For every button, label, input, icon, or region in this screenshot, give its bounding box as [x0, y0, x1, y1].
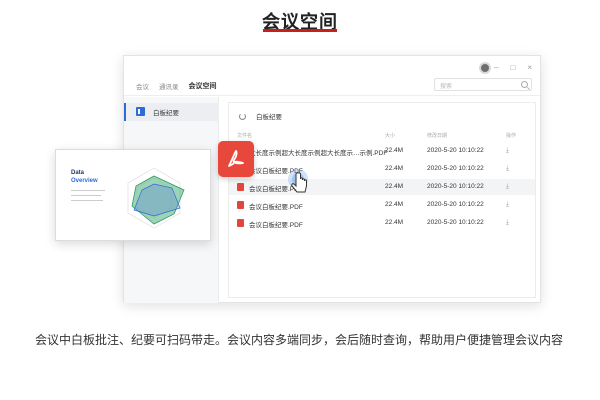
refresh-icon[interactable] — [239, 112, 246, 120]
download-icon[interactable]: ⤓ — [506, 165, 509, 173]
user-avatar[interactable] — [479, 62, 491, 74]
col-date[interactable]: 修改日期 — [427, 132, 447, 139]
window-controls: – □ × — [494, 63, 532, 72]
nav-meeting[interactable]: 会议 — [136, 81, 149, 91]
titlebar: 会议 通讯录 会议空间 – □ × 搜索 — [124, 56, 540, 96]
breadcrumb-label: 白板纪要 — [256, 114, 282, 121]
sidebar-item-label: 白板纪要 — [153, 110, 179, 117]
file-size: 22.4M — [385, 219, 404, 226]
nav-meeting-space[interactable]: 会议空间 — [189, 81, 217, 91]
download-icon[interactable]: ⤓ — [506, 183, 509, 191]
pdf-icon — [237, 201, 244, 209]
top-nav: 会议 通讯录 会议空间 — [136, 81, 217, 91]
col-op: 操作 — [506, 133, 517, 139]
document-preview-card: Data Overview — [55, 149, 211, 241]
table-row[interactable]: 会议白板纪要.PDF 22.4M 2020-5-20 10:10:22 ⤓ — [229, 161, 535, 177]
col-name[interactable]: 文件名 — [237, 132, 252, 139]
breadcrumb: 白板纪要 — [239, 111, 282, 121]
file-name: 大长度示例超大长度示例超大长度示…示例.PDF — [249, 150, 388, 157]
table-row-highlighted[interactable]: 会议白板纪要.PDF 22.4M 2020-5-20 10:10:22 ⤓ — [229, 179, 535, 195]
file-date: 2020-5-20 10:10:22 — [427, 165, 484, 172]
file-size: 22.4M — [385, 201, 404, 208]
file-date: 2020-5-20 10:10:22 — [427, 219, 484, 226]
whiteboard-icon — [136, 107, 145, 116]
file-size: 22.4M — [385, 165, 404, 172]
file-name: 会议白板纪要.PDF — [249, 222, 303, 229]
file-size: 22.4M — [385, 183, 404, 190]
nav-contacts[interactable]: 通讯录 — [159, 81, 179, 91]
pdf-file-icon — [218, 141, 254, 177]
file-date: 2020-5-20 10:10:22 — [427, 201, 484, 208]
search-placeholder: 搜索 — [440, 84, 453, 90]
pdf-icon — [237, 183, 244, 191]
sidebar-item-whiteboard[interactable]: 白板纪要 — [124, 103, 219, 121]
file-date: 2020-5-20 10:10:22 — [427, 183, 484, 190]
hand-cursor-icon — [284, 168, 314, 205]
minimize-button[interactable]: – — [494, 63, 498, 72]
radar-chart-graphic — [127, 167, 185, 229]
maximize-button[interactable]: □ — [510, 63, 515, 72]
file-size: 22.4M — [385, 147, 404, 154]
file-date: 2020-5-20 10:10:22 — [427, 147, 484, 154]
table-header: 文件名 大小 修改日期 操作 — [229, 129, 535, 141]
download-icon[interactable]: ⤓ — [506, 147, 509, 155]
table-row[interactable]: 会议白板纪要.PDF 22.4M 2020-5-20 10:10:22 ⤓ — [229, 215, 535, 231]
col-size[interactable]: 大小 — [385, 132, 395, 139]
close-button[interactable]: × — [527, 63, 532, 72]
page: 会议空间 会议 通讯录 会议空间 – □ × 搜索 白板纪要 白板纪要 文件名 … — [0, 0, 600, 400]
search-input[interactable]: 搜索 — [434, 78, 532, 91]
caption-text: 会议中白板批注、纪要可扫码带走。会议内容多端同步，会后随时查询，帮助用户便捷管理… — [35, 333, 564, 347]
pdf-icon — [237, 219, 244, 227]
download-icon[interactable]: ⤓ — [506, 219, 509, 227]
table-row[interactable]: 会议白板纪要.PDF 22.4M 2020-5-20 10:10:22 ⤓ — [229, 197, 535, 213]
search-icon[interactable] — [521, 81, 528, 88]
table-row[interactable]: 大长度示例超大长度示例超大长度示…示例.PDF 22.4M 2020-5-20 … — [229, 143, 535, 159]
heading-underline — [263, 29, 337, 32]
active-indicator — [124, 103, 126, 121]
download-icon[interactable]: ⤓ — [506, 201, 509, 209]
file-panel: 白板纪要 文件名 大小 修改日期 操作 大长度示例超大长度示例超大长度示…示例.… — [228, 102, 536, 298]
